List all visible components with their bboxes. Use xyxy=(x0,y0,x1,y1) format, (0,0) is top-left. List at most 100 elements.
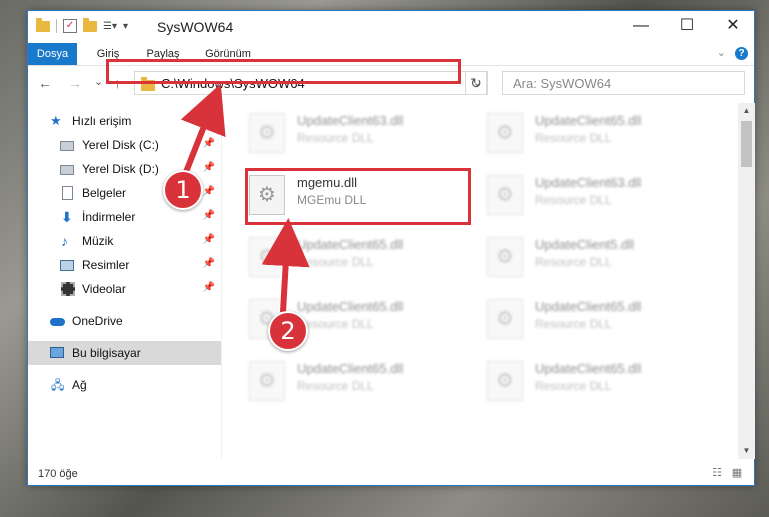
dll-file-icon: ⚙ xyxy=(249,361,285,401)
tab-view[interactable]: Görünüm xyxy=(198,43,258,65)
file-item[interactable]: ⚙ UpdateClient65.dll Resource DLL xyxy=(487,295,712,345)
sidebar-item-downloads[interactable]: ⬇ İndirmeler 📌 xyxy=(28,205,221,229)
toolbar-divider xyxy=(56,19,57,33)
file-type: Resource DLL xyxy=(535,193,612,207)
sidebar-item-quick-access[interactable]: ★ Hızlı erişim xyxy=(28,109,221,133)
pin-icon[interactable]: 📌 xyxy=(203,258,215,269)
window-title: SysWOW64 xyxy=(157,19,234,35)
file-name: UpdateClient5.dll xyxy=(535,237,635,252)
title-bar: ✓ ☰▾ ▾ SysWOW64 — ☐ ✕ xyxy=(28,11,754,43)
sidebar-item-label: Yerel Disk (C:) xyxy=(82,138,159,152)
address-bar[interactable]: C:\Windows\SysWOW64 ⌄ xyxy=(134,71,488,95)
address-text: C:\Windows\SysWOW64 xyxy=(161,76,305,91)
video-icon xyxy=(61,282,75,296)
tab-share[interactable]: Paylaş xyxy=(140,43,186,65)
pin-icon[interactable]: 📌 xyxy=(203,210,215,221)
sidebar-item-videos[interactable]: Videolar 📌 xyxy=(28,277,221,301)
sidebar-item-label: Müzik xyxy=(82,234,114,248)
search-box[interactable] xyxy=(502,71,745,95)
pin-icon[interactable]: 📌 xyxy=(203,162,215,173)
dll-file-icon: ⚙ xyxy=(249,113,285,153)
properties-icon[interactable]: ✓ xyxy=(63,19,77,33)
dll-file-icon: ⚙ xyxy=(487,361,523,401)
sidebar-item-label: Bu bilgisayar xyxy=(72,346,141,360)
scroll-up-icon[interactable]: ▲ xyxy=(738,103,755,119)
file-item[interactable]: ⚙ UpdateClient65.dll Resource DLL xyxy=(487,357,712,407)
dll-file-icon: ⚙ xyxy=(249,175,285,215)
back-button[interactable]: ← xyxy=(38,75,52,91)
vertical-scrollbar[interactable]: ▲ ▼ xyxy=(738,103,755,459)
file-name: UpdateClient65.dll xyxy=(297,237,404,252)
sidebar-item-pictures[interactable]: Resimler 📌 xyxy=(28,253,221,277)
sidebar-item-music[interactable]: ♪ Müzik 📌 xyxy=(28,229,221,253)
pin-icon[interactable]: 📌 xyxy=(203,234,215,245)
computer-icon xyxy=(50,347,64,358)
tab-home[interactable]: Giriş xyxy=(88,43,128,65)
scroll-thumb[interactable] xyxy=(741,121,752,167)
file-type: MGEmu DLL xyxy=(297,193,367,207)
large-icons-view-icon[interactable]: ▦ xyxy=(730,467,744,479)
sidebar-item-this-pc[interactable]: Bu bilgisayar xyxy=(28,341,221,365)
sidebar-item-onedrive[interactable]: OneDrive xyxy=(28,309,221,333)
quick-access-toolbar: ✓ ☰▾ ▾ xyxy=(36,17,128,33)
sidebar-item-label: Belgeler xyxy=(82,186,127,200)
download-icon: ⬇ xyxy=(61,209,73,225)
file-item[interactable]: ⚙ UpdateClient5.dll Resource DLL xyxy=(487,233,712,283)
file-type: Resource DLL xyxy=(297,131,374,145)
details-view-icon[interactable]: ☷ xyxy=(710,467,724,479)
recent-locations-button[interactable]: ⌄ xyxy=(94,75,103,88)
expand-ribbon-icon[interactable]: ⌄ xyxy=(717,46,726,59)
item-count: 170 öğe xyxy=(38,468,78,480)
pin-icon[interactable]: 📌 xyxy=(203,282,215,293)
navigation-pane: ★ Hızlı erişim Yerel Disk (C:) 📌 Yerel D… xyxy=(28,103,222,459)
file-name: UpdateClient65.dll xyxy=(297,361,404,376)
file-name: UpdateClient65.dll xyxy=(535,299,642,314)
help-icon[interactable]: ? xyxy=(735,47,748,60)
sidebar-item-label: İndirmeler xyxy=(82,210,136,224)
file-type: Resource DLL xyxy=(535,379,612,393)
file-item[interactable]: ⚙ UpdateClient63.dll Resource DLL xyxy=(487,171,712,221)
scroll-down-icon[interactable]: ▼ xyxy=(738,443,755,459)
search-input[interactable] xyxy=(511,75,735,92)
callout-2: 2 xyxy=(268,311,308,351)
pin-icon[interactable]: 📌 xyxy=(203,186,215,197)
customize-toolbar-icon[interactable]: ☰▾ xyxy=(103,21,117,32)
forward-button[interactable]: → xyxy=(68,75,82,91)
file-type: Resource DLL xyxy=(297,317,374,331)
file-type: Resource DLL xyxy=(535,317,612,331)
toolbar-dropdown-icon[interactable]: ▾ xyxy=(123,21,128,32)
folder-icon xyxy=(36,17,50,32)
file-name: mgemu.dll xyxy=(297,175,357,190)
file-type: Resource DLL xyxy=(535,131,612,145)
file-name: UpdateClient65.dll xyxy=(297,299,404,314)
cloud-icon xyxy=(50,318,65,326)
tab-file[interactable]: Dosya xyxy=(28,43,77,65)
sidebar-item-local-disk-c[interactable]: Yerel Disk (C:) 📌 xyxy=(28,133,221,157)
pin-icon[interactable]: 📌 xyxy=(203,138,215,149)
folder-icon xyxy=(141,77,155,91)
pictures-icon xyxy=(60,260,74,271)
sidebar-item-label: Yerel Disk (D:) xyxy=(82,162,159,176)
file-item[interactable]: ⚙ UpdateClient65.dll Resource DLL xyxy=(249,357,474,407)
new-folder-icon[interactable] xyxy=(83,17,97,32)
sidebar-item-label: Ağ xyxy=(72,378,87,392)
file-item[interactable]: ⚙ UpdateClient65.dll Resource DLL xyxy=(249,233,474,283)
refresh-button[interactable]: ↻ xyxy=(465,71,487,95)
close-button[interactable]: ✕ xyxy=(710,11,756,43)
up-button[interactable]: ↑ xyxy=(114,75,121,91)
file-name: UpdateClient63.dll xyxy=(535,175,642,190)
dll-file-icon: ⚙ xyxy=(249,237,285,277)
dll-file-icon: ⚙ xyxy=(487,113,523,153)
drive-icon xyxy=(60,141,74,151)
file-type: Resource DLL xyxy=(297,255,374,269)
file-item-mgemu[interactable]: ⚙ mgemu.dll MGEmu DLL xyxy=(249,171,474,221)
ribbon-tabs: Dosya Giriş Paylaş Görünüm ⌄ ? xyxy=(28,43,754,66)
star-icon: ★ xyxy=(50,113,62,128)
file-item[interactable]: ⚙ UpdateClient63.dll Resource DLL xyxy=(249,109,474,159)
sidebar-item-network[interactable]: 🖧 Ağ xyxy=(28,373,221,397)
file-item[interactable]: ⚙ UpdateClient65.dll Resource DLL xyxy=(487,109,712,159)
music-icon: ♪ xyxy=(61,233,68,249)
maximize-button[interactable]: ☐ xyxy=(664,11,710,43)
dll-file-icon: ⚙ xyxy=(487,237,523,277)
minimize-button[interactable]: — xyxy=(618,11,664,43)
